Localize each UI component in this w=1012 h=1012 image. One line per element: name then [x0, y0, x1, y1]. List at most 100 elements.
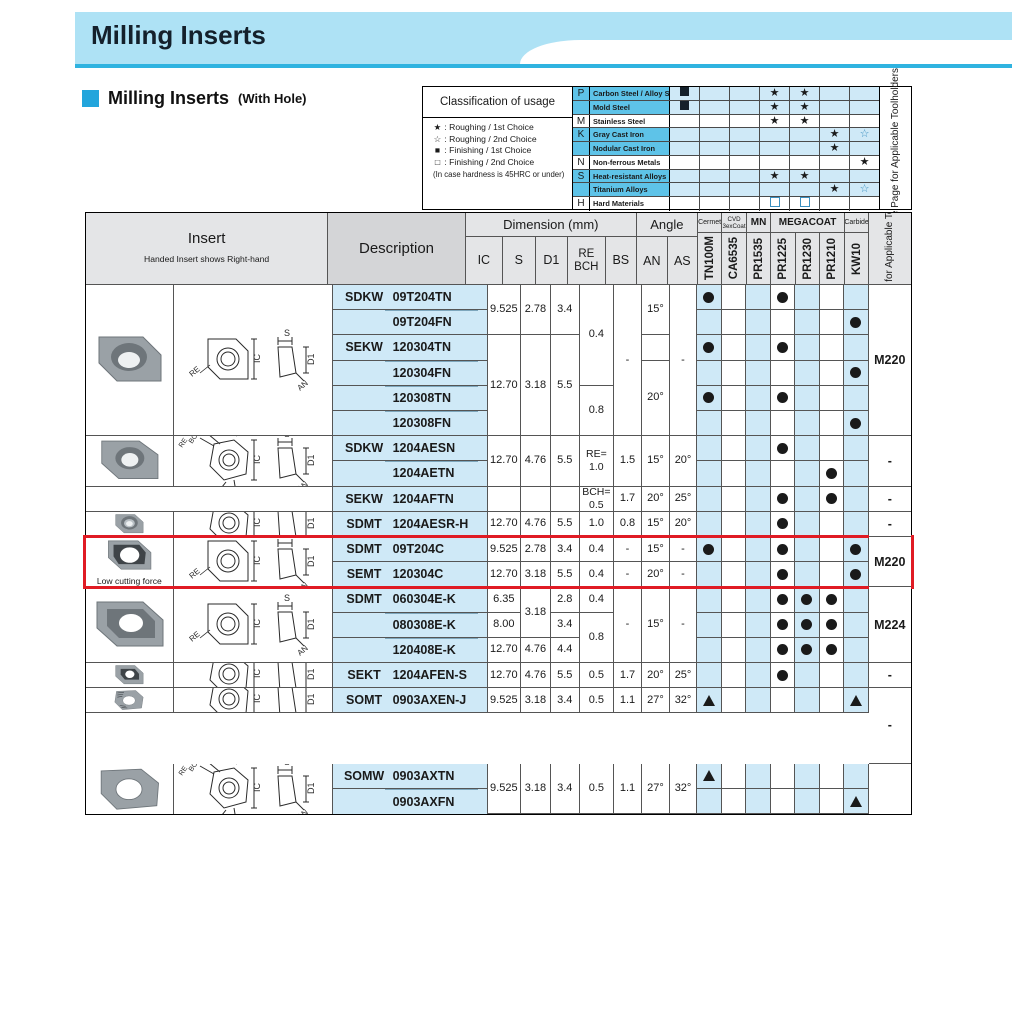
dim-cell-s: 3.18: [521, 562, 551, 588]
insert-code: 120308TN: [392, 390, 451, 405]
square-filled-icon: [680, 87, 689, 96]
dim-column-s: 4.76: [521, 662, 551, 689]
grade-cell: [844, 662, 869, 689]
dim-column-ic: 9.525: [487, 763, 521, 815]
dim-cell-bs: 1.1: [614, 688, 642, 714]
grade-cell: [770, 436, 796, 462]
legend-symbol-icon: □: [434, 156, 441, 167]
grade-column-kw10: [844, 587, 869, 663]
dim-cell-an: [641, 335, 670, 361]
insert-photo: Low cutting force: [86, 536, 174, 587]
grade-cell: [770, 637, 796, 663]
grade-dot-icon: [776, 593, 788, 605]
insert-description: 120308TN: [332, 385, 487, 410]
description-separator: [384, 360, 478, 362]
insert-description: SDKW 1204AESN: [332, 436, 487, 461]
description-cell: 09T204FN: [332, 310, 488, 336]
grade-cell: [770, 688, 796, 714]
grade-cell: [770, 587, 796, 613]
grade-group-label: CVD 3exCoat: [722, 215, 746, 230]
dim-column-bs: 1.5: [614, 436, 642, 487]
description-separator: [384, 637, 478, 639]
grade-dot-icon: [801, 644, 813, 656]
description-cell: SEMT 120304C: [332, 562, 488, 588]
classification-cell: [670, 183, 700, 197]
dim-cell-ic: 12.70: [487, 562, 521, 588]
grade-cell: [844, 410, 869, 437]
description-column: SDKW 09T204TN 09T204FN SEKW 120304TN 120304FN…: [332, 285, 488, 437]
grade-column-pr1210: [819, 763, 845, 815]
insert-description: SEKW 1204AFTN: [332, 486, 487, 511]
dim-cell-ic: 12.70: [487, 335, 521, 437]
insert-code: 120304C: [392, 567, 444, 582]
grade-cell: [721, 763, 747, 789]
classification-cell: [670, 155, 700, 169]
grade-cell: [844, 310, 869, 336]
grade-cell: [819, 637, 845, 663]
grade-cell: [819, 335, 845, 361]
header-angle-group: Angle: [636, 213, 698, 237]
insert-illustration-cell: IC S D1 RE BCH BS 45° AS AN: [86, 436, 333, 487]
dim-cell-s: 3.18: [521, 335, 551, 437]
iso-group-label: M: [573, 114, 590, 128]
star-filled-icon: ★: [799, 169, 810, 182]
insert-illustration-cell: [86, 486, 333, 512]
grade-cell: [770, 486, 796, 512]
classification-cell: [820, 100, 850, 114]
grade-column-pr1535: [746, 486, 771, 512]
classification-cell: [700, 197, 730, 211]
dim-column-bs: --: [614, 536, 642, 588]
dim-cell-an: 15°: [641, 285, 670, 336]
classification-cell: [820, 87, 850, 100]
insert-illustration-cell: IC S D1 RE BCH BS 45° AS AN: [86, 662, 333, 689]
grade-cell: [844, 562, 869, 588]
dim-column-as: 25°: [669, 486, 698, 512]
grade-column-pr1230: [795, 486, 820, 512]
toolholder-cell: M220: [868, 536, 911, 588]
classification-cell: [730, 128, 760, 142]
star-filled-icon: ★: [799, 100, 810, 113]
grade-column-ca6535: [721, 536, 747, 588]
grade-dot-icon: [776, 543, 788, 555]
classification-cell: [820, 155, 850, 169]
classification-cell: [670, 87, 700, 100]
svg-text:IC: IC: [252, 782, 262, 792]
description-cell: SDMT 09T204C: [332, 536, 488, 563]
grade-cell: [844, 385, 869, 411]
svg-text:IC: IC: [252, 694, 262, 704]
svg-text:D1: D1: [306, 694, 316, 706]
grade-cell: [795, 536, 820, 563]
header-angle-an: AN: [636, 237, 668, 285]
grade-columns: [697, 688, 869, 764]
svg-text:AN: AN: [295, 643, 309, 657]
grade-dot-icon: [776, 341, 788, 353]
insert-description: SDKW 09T204TN: [332, 285, 487, 310]
grade-column-pr1225: [770, 662, 796, 689]
grade-cell: [795, 360, 820, 386]
insert-code: 120304TN: [392, 340, 451, 355]
description-cell: SEKT 1204AFEN-S: [332, 662, 488, 689]
grade-column-pr1230: [795, 587, 820, 663]
description-separator: [384, 788, 478, 790]
classification-cell: [850, 197, 879, 211]
svg-text:D1: D1: [306, 517, 316, 529]
grade-column-pr1535: [746, 285, 771, 437]
toolholder-cell: -: [868, 662, 911, 689]
dim-column-d1: 2.8 3.4 4.4: [550, 587, 580, 663]
header-dim-ic: IC: [465, 237, 503, 285]
dim-column-s: 2.78 3.18: [521, 285, 551, 437]
description-separator: [384, 461, 478, 463]
dim-cell-bs: 1.7: [614, 662, 642, 689]
classification-cell: [790, 128, 820, 142]
dim-cell-re: 0.4: [579, 536, 614, 563]
insert-dimension-drawing: IC S D1 RE AN: [174, 587, 332, 662]
catalog-page: Milling Inserts Milling Inserts (With Ho…: [0, 0, 1012, 1012]
header-grade-ca6535: CA6535: [722, 233, 747, 285]
insert-code: 1204AESN: [392, 441, 456, 456]
dim-column-an: 27°: [641, 688, 670, 764]
page-title: Milling Inserts: [91, 20, 266, 50]
svg-text:RE: RE: [177, 437, 189, 449]
insert-series: SDKW: [344, 290, 384, 305]
material-label: Heat-resistant Alloys: [590, 169, 670, 183]
description-column: SEKW 1204AFTN: [332, 486, 488, 512]
